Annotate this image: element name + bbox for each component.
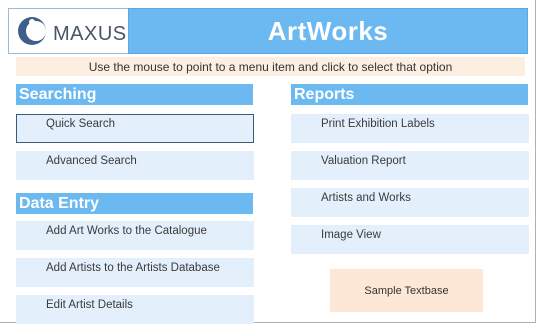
- searching-header: Searching: [16, 84, 253, 105]
- quick-search-button[interactable]: Quick Search: [16, 114, 254, 143]
- maxus-logo: MAXUS: [8, 8, 130, 54]
- add-artists-button[interactable]: Add Artists to the Artists Database: [16, 258, 254, 287]
- image-view-button[interactable]: Image View: [291, 225, 529, 254]
- sample-textbase-button[interactable]: Sample Textbase: [330, 269, 483, 312]
- instruction-text: Use the mouse to point to a menu item an…: [16, 57, 525, 76]
- valuation-report-button[interactable]: Valuation Report: [291, 151, 529, 180]
- maxus-logo-icon: [18, 17, 46, 45]
- app-title: ArtWorks: [128, 8, 528, 54]
- print-exhibition-labels-button[interactable]: Print Exhibition Labels: [291, 114, 529, 143]
- advanced-search-button[interactable]: Advanced Search: [16, 151, 254, 180]
- reports-header: Reports: [291, 84, 528, 105]
- edit-artist-details-button[interactable]: Edit Artist Details: [16, 295, 254, 324]
- artists-and-works-button[interactable]: Artists and Works: [291, 188, 529, 217]
- application-window: MAXUS ArtWorks Use the mouse to point to…: [0, 0, 536, 324]
- logo-text: MAXUS: [53, 23, 127, 45]
- add-art-works-button[interactable]: Add Art Works to the Catalogue: [16, 221, 254, 250]
- data-entry-header: Data Entry: [16, 193, 253, 214]
